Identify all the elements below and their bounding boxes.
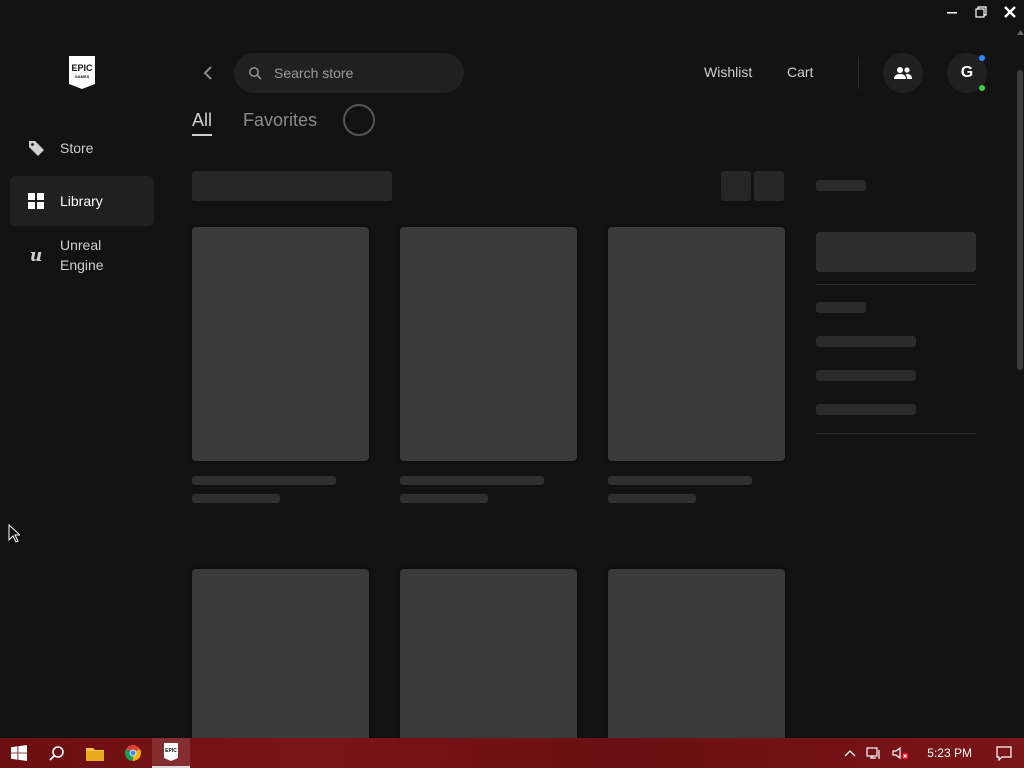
sidebar-item-store[interactable]: Store (10, 128, 154, 168)
game-subtitle-placeholder (608, 494, 696, 503)
close-button[interactable] (995, 0, 1024, 24)
filter-divider (816, 284, 976, 285)
show-hidden-icons-button[interactable] (839, 738, 861, 768)
search-icon (249, 67, 262, 80)
filter-divider (816, 433, 976, 434)
search-bar[interactable] (234, 53, 464, 93)
sort-dropdown-placeholder (192, 171, 392, 201)
volume-status[interactable] (887, 738, 915, 768)
online-status-indicator (979, 85, 985, 91)
filter-option-placeholder (816, 404, 916, 415)
system-tray: 5:23 PM (839, 738, 1024, 768)
search-input[interactable] (274, 65, 444, 81)
chrome-icon (125, 745, 141, 761)
network-icon (866, 747, 880, 759)
notification-badge (979, 55, 985, 61)
sidebar-item-label: Unreal Engine (60, 237, 104, 273)
folder-icon (86, 747, 104, 761)
chevron-up-icon (844, 750, 856, 757)
restore-icon (974, 6, 987, 18)
scrollbar-thumb[interactable] (1017, 70, 1023, 370)
filter-option-placeholder (816, 370, 916, 381)
game-tile-placeholder (192, 569, 369, 738)
list-view-toggle-placeholder (754, 171, 784, 201)
grid-view-toggle-placeholder (721, 171, 751, 201)
unreal-icon: u (26, 245, 46, 265)
sidebar-item-unreal-engine[interactable]: u Unreal Engine (10, 232, 154, 278)
svg-text:u: u (30, 246, 42, 264)
wishlist-link[interactable]: Wishlist (704, 64, 752, 80)
volume-muted-icon (892, 746, 909, 760)
start-button[interactable] (0, 738, 38, 768)
tab-all[interactable]: All (192, 110, 212, 131)
filter-search-placeholder (816, 232, 976, 272)
restore-button[interactable] (966, 0, 995, 24)
cart-link[interactable]: Cart (787, 64, 813, 80)
game-subtitle-placeholder (400, 494, 488, 503)
grid-icon (26, 191, 46, 211)
search-icon (49, 746, 64, 761)
sidebar-item-label: Store (60, 140, 94, 156)
game-tile-placeholder (608, 569, 785, 738)
svg-text:GAMES: GAMES (75, 74, 90, 79)
svg-text:EPIC: EPIC (165, 748, 177, 754)
filters-heading-placeholder (816, 180, 866, 191)
page-scrollbar[interactable] (1015, 30, 1024, 738)
taskbar-clock[interactable]: 5:23 PM (915, 746, 984, 760)
game-tile-placeholder (192, 227, 369, 461)
game-title-placeholder (400, 476, 544, 485)
notifications-icon (996, 745, 1012, 761)
library-tabs: All Favorites (180, 100, 800, 136)
epic-games-launcher-window: EPIC GAMES Store Library u Unreal Engine (0, 0, 1024, 738)
sidebar-item-library[interactable]: Library (10, 176, 154, 226)
sidebar: EPIC GAMES Store Library u Unreal Engine (0, 0, 164, 738)
filter-option-placeholder (816, 336, 916, 347)
game-subtitle-placeholder (192, 494, 280, 503)
mouse-cursor-icon (8, 524, 20, 543)
svg-text:EPIC: EPIC (71, 63, 93, 73)
game-tile-placeholder (608, 227, 785, 461)
windows-taskbar: EPIC 5:23 PM (0, 738, 1024, 768)
tag-icon (26, 138, 46, 158)
sidebar-item-label: Library (60, 193, 103, 209)
game-tile-placeholder (400, 569, 577, 738)
window-controls (937, 0, 1024, 24)
add-collection-button[interactable] (343, 104, 375, 136)
network-status[interactable] (861, 738, 887, 768)
game-tile-placeholder (400, 227, 577, 461)
game-title-placeholder (192, 476, 336, 485)
minimize-button[interactable] (937, 0, 966, 24)
scroll-up-icon (1017, 30, 1024, 35)
filter-group-label-placeholder (816, 302, 866, 313)
minimize-icon (946, 12, 957, 14)
taskbar-epic-games[interactable]: EPIC (152, 738, 190, 768)
windows-logo-icon (11, 745, 27, 761)
header-divider (858, 57, 859, 89)
active-tab-indicator (192, 134, 212, 136)
friends-button[interactable] (883, 53, 923, 93)
taskbar-chrome[interactable] (114, 738, 152, 768)
taskbar-search-button[interactable] (38, 738, 76, 768)
epic-games-logo[interactable]: EPIC GAMES (67, 56, 97, 89)
tab-favorites[interactable]: Favorites (243, 110, 317, 131)
friends-icon (894, 67, 912, 79)
game-title-placeholder (608, 476, 752, 485)
chevron-left-icon (203, 66, 212, 80)
taskbar-file-explorer[interactable] (76, 738, 114, 768)
epic-games-icon: EPIC (164, 743, 178, 761)
action-center-button[interactable] (984, 738, 1024, 768)
close-icon (1003, 6, 1016, 18)
back-button[interactable] (200, 64, 216, 82)
